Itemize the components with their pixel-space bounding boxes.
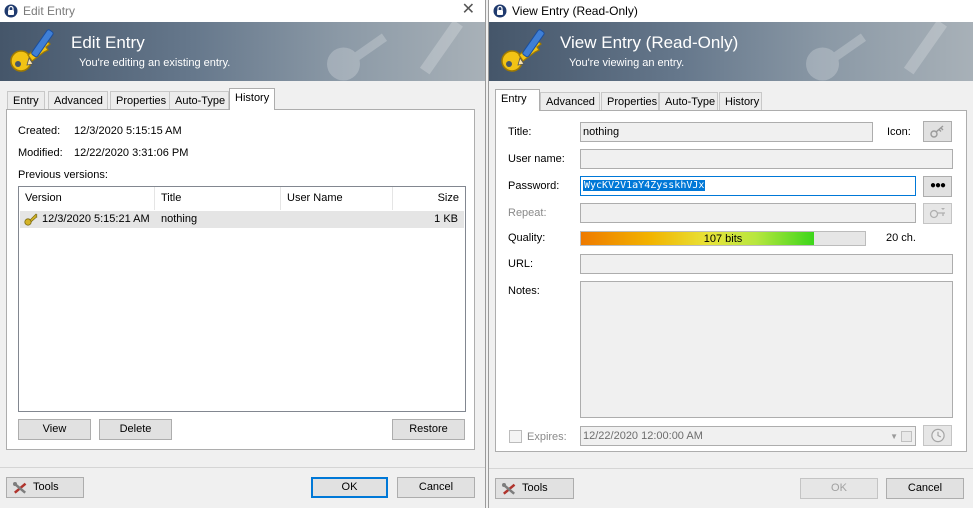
- column-header-user-name[interactable]: User Name: [281, 187, 393, 210]
- banner-title: Edit Entry: [71, 33, 145, 52]
- footer-separator: [489, 468, 973, 469]
- tools-button[interactable]: Tools: [6, 477, 84, 498]
- ok-button[interactable]: OK: [311, 477, 388, 498]
- entry-panel: Title: nothing Icon: User name: Password…: [495, 110, 967, 452]
- tab-history[interactable]: History: [719, 92, 762, 111]
- calendar-icon: [901, 431, 912, 442]
- repeat-password-field[interactable]: [580, 203, 916, 223]
- row-size: 1 KB: [434, 213, 458, 225]
- generate-password-button[interactable]: [923, 203, 952, 224]
- icon-picker-button[interactable]: [923, 121, 952, 142]
- password-generator-icon: [929, 208, 945, 219]
- created-value: 12/3/2020 5:15:15 AM: [74, 125, 182, 137]
- tab-properties[interactable]: Properties: [110, 91, 170, 110]
- tab-properties[interactable]: Properties: [601, 92, 659, 111]
- tab-history[interactable]: History: [229, 88, 275, 110]
- username-field[interactable]: [580, 149, 953, 169]
- quality-chars-text: 20 ch.: [886, 232, 916, 244]
- expires-label: Expires:: [527, 431, 567, 443]
- edit-key-icon: [501, 29, 545, 72]
- username-label: User name:: [508, 153, 565, 165]
- modified-value: 12/22/2020 3:31:06 PM: [74, 147, 189, 159]
- banner-subtitle: You're viewing an entry.: [569, 57, 685, 69]
- banner-subtitle: You're editing an existing entry.: [79, 57, 231, 69]
- title-bar: View Entry (Read-Only): [489, 0, 973, 22]
- restore-button[interactable]: Restore: [392, 419, 465, 440]
- tab-auto-type[interactable]: Auto-Type: [659, 92, 718, 111]
- watermark-key-icon: [806, 33, 867, 81]
- header-banner: Edit Entry You're editing an existing en…: [0, 22, 485, 81]
- tools-icon: [502, 483, 516, 495]
- column-header-title[interactable]: Title: [155, 187, 281, 210]
- expiry-presets-button[interactable]: [923, 425, 952, 446]
- column-header-size[interactable]: Size: [393, 187, 465, 210]
- watermark-pen-icon: [419, 22, 463, 75]
- footer-separator: [0, 467, 485, 468]
- view-button[interactable]: View: [18, 419, 91, 440]
- expires-date-picker[interactable]: 12/22/2020 12:00:00 AM ▼: [580, 426, 916, 446]
- watermark-key-icon: [327, 33, 388, 81]
- key-icon: [929, 125, 943, 138]
- quality-bits-text: 107 bits: [703, 233, 743, 245]
- icon-label: Icon:: [887, 126, 911, 138]
- url-label: URL:: [508, 258, 534, 270]
- banner-title: View Entry (Read-Only): [560, 33, 739, 52]
- keepass-lock-icon: [493, 4, 507, 18]
- key-icon: [24, 213, 38, 226]
- notes-field[interactable]: [580, 281, 953, 418]
- header-banner: View Entry (Read-Only) You're viewing an…: [489, 22, 973, 81]
- quality-label: Quality:: [508, 232, 546, 244]
- keepass-lock-icon: [4, 4, 18, 18]
- cancel-button[interactable]: Cancel: [397, 477, 475, 498]
- tab-advanced[interactable]: Advanced: [540, 92, 600, 111]
- view-entry-window: View Entry (Read-Only) View Entry (Read-…: [488, 0, 973, 508]
- created-label: Created:: [18, 125, 61, 137]
- window-title: View Entry (Read-Only): [512, 4, 638, 18]
- table-row[interactable]: 12/3/2020 5:15:21 AM nothing 1 KB: [20, 211, 464, 228]
- title-bar: Edit Entry ✕: [0, 0, 485, 22]
- delete-button[interactable]: Delete: [99, 419, 172, 440]
- edit-entry-window: Edit Entry ✕ Edit Entry You're editing a…: [0, 0, 486, 508]
- window-title: Edit Entry: [23, 4, 76, 18]
- password-label: Password:: [508, 180, 560, 192]
- tools-button[interactable]: Tools: [495, 478, 574, 499]
- previous-versions-label: Previous versions:: [18, 169, 108, 181]
- history-list[interactable]: Version Title User Name Size 12/3/2020 5…: [18, 186, 466, 412]
- tools-label: Tools: [33, 481, 59, 493]
- tab-auto-type[interactable]: Auto-Type: [169, 91, 229, 110]
- quality-bar: 107 bits: [580, 231, 866, 246]
- row-title: nothing: [161, 213, 198, 225]
- history-panel: Created: 12/3/2020 5:15:15 AM Modified: …: [6, 109, 475, 450]
- close-icon[interactable]: ✕: [462, 1, 475, 19]
- repeat-label: Repeat:: [508, 207, 547, 219]
- url-field[interactable]: [580, 254, 953, 274]
- expires-date-value: 12/22/2020 12:00:00 AM: [583, 430, 703, 442]
- ok-button[interactable]: OK: [800, 478, 878, 499]
- tab-advanced[interactable]: Advanced: [48, 91, 108, 110]
- watermark-pen-icon: [903, 22, 947, 75]
- row-version: 12/3/2020 5:15:21 AM: [42, 213, 150, 225]
- notes-label: Notes:: [508, 285, 540, 297]
- password-field[interactable]: WycKV2V1aY4ZysskhVJx: [580, 176, 916, 196]
- tools-icon: [13, 482, 27, 494]
- show-password-button[interactable]: ●●●: [923, 176, 952, 197]
- clock-icon: [930, 428, 945, 443]
- tools-label: Tools: [522, 482, 548, 494]
- modified-label: Modified:: [18, 147, 63, 159]
- dropdown-arrow-icon: ▼: [890, 432, 898, 441]
- title-label: Title:: [508, 126, 532, 138]
- expires-checkbox[interactable]: [509, 430, 522, 443]
- cancel-button[interactable]: Cancel: [886, 478, 964, 499]
- password-selected-text: WycKV2V1aY4ZysskhVJx: [583, 180, 706, 191]
- column-header-version[interactable]: Version: [19, 187, 155, 210]
- edit-key-icon: [10, 29, 54, 72]
- tab-entry[interactable]: Entry: [495, 89, 540, 111]
- title-field[interactable]: nothing: [580, 122, 873, 142]
- tab-entry[interactable]: Entry: [7, 91, 45, 110]
